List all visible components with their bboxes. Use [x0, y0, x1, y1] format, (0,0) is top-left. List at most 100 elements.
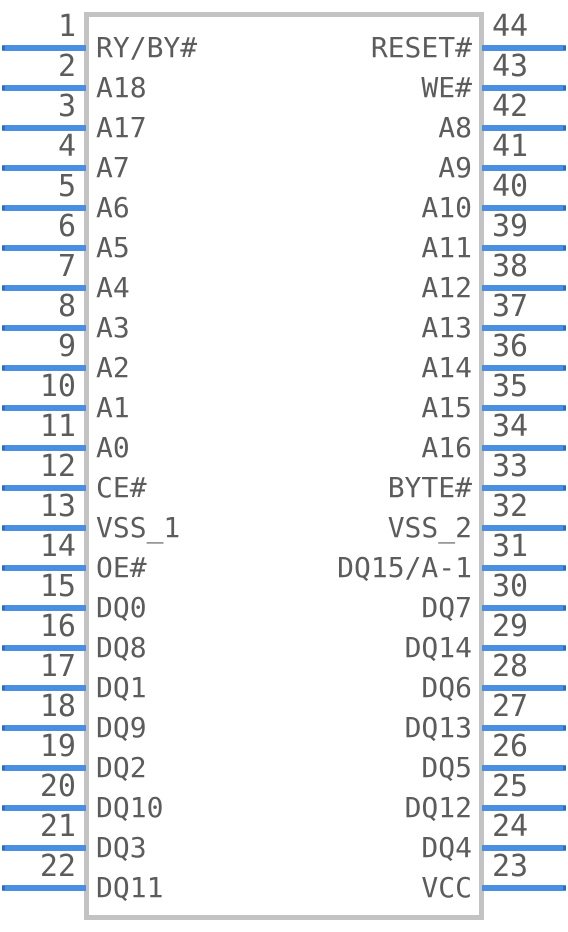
pin-number-15: 15	[39, 569, 76, 604]
pin-terminal-icon	[2, 446, 5, 450]
pin-terminal-icon	[563, 326, 566, 330]
pin-number-7: 7	[57, 249, 76, 284]
pin-terminal-icon	[563, 86, 566, 90]
pin-name-34: A16	[421, 431, 472, 464]
pin-terminal-icon	[2, 86, 5, 90]
pin-number-12: 12	[39, 449, 76, 484]
pin-number-26: 26	[492, 729, 529, 764]
pin-terminal-icon	[2, 366, 5, 370]
pin-terminal-icon	[563, 726, 566, 730]
pin-number-33: 33	[492, 449, 529, 484]
pin-name-41: A9	[438, 151, 472, 184]
pin-terminal-icon	[563, 406, 566, 410]
pin-name-31: DQ15/A-1	[337, 551, 472, 584]
pin-number-1: 1	[57, 9, 76, 44]
pin-terminal-icon	[563, 446, 566, 450]
pin-terminal-icon	[563, 46, 566, 50]
pin-terminal-icon	[563, 766, 566, 770]
pin-name-26: DQ5	[421, 751, 472, 784]
pin-terminal-icon	[2, 406, 5, 410]
pin-name-39: A11	[421, 231, 472, 264]
pin-terminal-icon	[2, 126, 5, 130]
pin-number-6: 6	[57, 209, 76, 244]
pin-terminal-icon	[563, 246, 566, 250]
pin-number-16: 16	[39, 609, 76, 644]
pin-terminal-icon	[563, 886, 566, 890]
pin-number-39: 39	[492, 209, 529, 244]
pin-terminal-icon	[2, 686, 5, 690]
pin-number-37: 37	[492, 289, 529, 324]
pin-number-40: 40	[492, 169, 529, 204]
pin-wire-22[interactable]	[2, 885, 86, 891]
pin-number-11: 11	[39, 409, 76, 444]
pin-number-24: 24	[492, 809, 529, 844]
pin-name-40: A10	[421, 191, 472, 224]
pin-terminal-icon	[2, 726, 5, 730]
pin-terminal-icon	[2, 246, 5, 250]
pin-terminal-icon	[2, 886, 5, 890]
pin-terminal-icon	[2, 606, 5, 610]
pin-number-14: 14	[39, 529, 76, 564]
pin-terminal-icon	[563, 526, 566, 530]
pin-number-8: 8	[57, 289, 76, 324]
pin-terminal-icon	[2, 326, 5, 330]
pin-name-25: DQ12	[404, 791, 472, 824]
pin-name-35: A15	[421, 391, 472, 424]
pin-name-44: RESET#	[370, 31, 472, 64]
pin-name-32: VSS_2	[387, 511, 472, 544]
pin-number-18: 18	[39, 689, 76, 724]
pin-number-30: 30	[492, 569, 529, 604]
pin-number-38: 38	[492, 249, 529, 284]
pin-terminal-icon	[2, 46, 5, 50]
pin-terminal-icon	[2, 566, 5, 570]
pin-number-34: 34	[492, 409, 529, 444]
pin-wire-23[interactable]	[482, 885, 566, 891]
pin-terminal-icon	[563, 166, 566, 170]
pin-terminal-icon	[2, 206, 5, 210]
pin-terminal-icon	[2, 646, 5, 650]
pin-name-23: VCC	[421, 871, 472, 904]
pin-number-17: 17	[39, 649, 76, 684]
pin-terminal-icon	[2, 166, 5, 170]
pin-name-43: WE#	[421, 71, 472, 104]
pin-name-38: A12	[421, 271, 472, 304]
pin-terminal-icon	[563, 846, 566, 850]
pin-number-10: 10	[39, 369, 76, 404]
pin-number-32: 32	[492, 489, 529, 524]
pin-terminal-icon	[563, 366, 566, 370]
pin-number-31: 31	[492, 529, 529, 564]
pin-number-13: 13	[39, 489, 76, 524]
pin-number-9: 9	[57, 329, 76, 364]
pin-number-29: 29	[492, 609, 529, 644]
pin-number-27: 27	[492, 689, 529, 724]
pin-number-41: 41	[492, 129, 529, 164]
pin-terminal-icon	[2, 286, 5, 290]
pin-number-23: 23	[492, 849, 529, 884]
pin-name-33: BYTE#	[387, 471, 472, 504]
pin-terminal-icon	[563, 126, 566, 130]
pin-name-30: DQ7	[421, 591, 472, 624]
pin-terminal-icon	[2, 766, 5, 770]
pin-number-20: 20	[39, 769, 76, 804]
pin-terminal-icon	[2, 806, 5, 810]
pin-number-42: 42	[492, 89, 529, 124]
pin-number-19: 19	[39, 729, 76, 764]
pin-terminal-icon	[2, 486, 5, 490]
pin-name-28: DQ6	[421, 671, 472, 704]
pin-terminal-icon	[2, 526, 5, 530]
pin-number-21: 21	[39, 809, 76, 844]
pin-number-35: 35	[492, 369, 529, 404]
schematic-symbol-canvas: 1 RY/BY# 2 A18 3 A17 4 A7 5 A6 6 A5 7 A4 8 A3 9 A2 10 A1 11 A…	[0, 0, 568, 932]
pin-name-42: A8	[438, 111, 472, 144]
pin-number-2: 2	[57, 49, 76, 84]
pin-number-25: 25	[492, 769, 529, 804]
pin-number-43: 43	[492, 49, 529, 84]
pin-number-28: 28	[492, 649, 529, 684]
pin-name-36: A14	[421, 351, 472, 384]
pin-terminal-icon	[563, 806, 566, 810]
pin-terminal-icon	[563, 206, 566, 210]
pin-terminal-icon	[563, 566, 566, 570]
pin-terminal-icon	[563, 686, 566, 690]
pin-number-5: 5	[57, 169, 76, 204]
pin-number-44: 44	[492, 9, 529, 44]
